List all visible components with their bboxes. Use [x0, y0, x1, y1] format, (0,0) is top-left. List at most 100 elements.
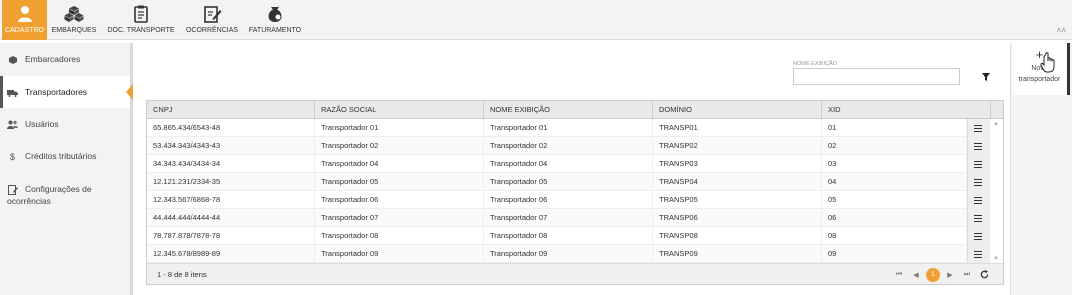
sidebar: Embarcadores Transportadores Usuários $ …: [0, 43, 133, 295]
pagination-info: 1 - 8 de 8 itens: [157, 270, 207, 279]
clipboard-icon: [134, 5, 148, 23]
cell-xid: 09: [822, 245, 967, 263]
prev-page-button[interactable]: ◀: [909, 268, 923, 282]
actions-panel: + Novo transportador: [1010, 43, 1072, 295]
sidebar-item-configuracoes[interactable]: Configurações de ocorrências: [0, 172, 130, 216]
first-page-button[interactable]: ⏮: [892, 268, 906, 282]
sidebar-item-label: Usuários: [25, 119, 59, 129]
column-header-dominio[interactable]: DOMÍNIO: [653, 101, 822, 119]
column-header-cnpj[interactable]: CNPJ: [147, 101, 315, 119]
nome-exibicao-filter-input[interactable]: [793, 68, 960, 85]
hamburger-menu-icon: [974, 142, 982, 150]
cell-razao-social: Transportador 04: [315, 155, 484, 173]
sidebar-item-usuarios[interactable]: Usuários: [0, 108, 130, 140]
main-content: NOME EXIBIÇÃO CNPJ RAZÃO SOCIAL NOME EXI…: [136, 43, 1010, 295]
row-menu-button[interactable]: [967, 245, 989, 263]
table-row[interactable]: 12.345.678/8989-89 Transportador 09 Tran…: [147, 245, 1003, 263]
table-row[interactable]: 78.787.878/7878-78 Transportador 08 Tran…: [147, 227, 1003, 245]
sidebar-item-label: Embarcadores: [25, 54, 81, 64]
row-menu-button[interactable]: [967, 155, 989, 173]
table-row[interactable]: 12.343.567/6868-78 Transportador 06 Tran…: [147, 191, 1003, 209]
cell-dominio: TRANSP06: [653, 209, 822, 227]
grid-header: CNPJ RAZÃO SOCIAL NOME EXIBIÇÃO DOMÍNIO …: [147, 101, 1003, 119]
double-chevron-up-icon[interactable]: ˄˄: [1057, 26, 1066, 35]
cell-dominio: TRANSP02: [653, 137, 822, 155]
nav-ocorrencias[interactable]: OCORRÊNCIAS: [181, 0, 243, 40]
table-row[interactable]: 12.121.231/2334-35 Transportador 05 Tran…: [147, 173, 1003, 191]
grid-scrollbar[interactable]: ▲ ▼: [989, 119, 1003, 263]
row-menu-button[interactable]: [967, 137, 989, 155]
hamburger-menu-icon: [974, 178, 982, 186]
user-icon: [17, 6, 32, 22]
sidebar-item-creditos[interactable]: $ Créditos tributários: [0, 140, 130, 172]
cell-xid: 05: [822, 191, 967, 209]
filter-icon[interactable]: [982, 73, 990, 81]
nav-cadastro[interactable]: CADASTRO: [2, 0, 47, 40]
hamburger-menu-icon: [974, 232, 982, 240]
cell-cnpj: 44.444.444/4444-44: [147, 209, 315, 227]
top-navigation-bar: CADASTRO EMBARQUES DOC. TRANSPORTE OCORR…: [0, 0, 1072, 40]
cell-cnpj: 34.343.434/3434-34: [147, 155, 315, 173]
column-header-actions: [991, 101, 1003, 119]
cell-razao-social: Transportador 09: [315, 245, 484, 263]
table-row[interactable]: 65.865.434/6543-48 Transportador 01 Tran…: [147, 119, 1003, 137]
cell-razao-social: Transportador 08: [315, 227, 484, 245]
scroll-up-icon[interactable]: ▲: [993, 121, 999, 127]
cell-nome-exibicao: Transportador 06: [484, 191, 653, 209]
row-menu-button[interactable]: [967, 209, 989, 227]
sidebar-item-label: Créditos tributários: [25, 151, 97, 161]
cell-razao-social: Transportador 05: [315, 173, 484, 191]
cell-dominio: TRANSP04: [653, 173, 822, 191]
row-menu-button[interactable]: [967, 173, 989, 191]
last-page-button[interactable]: ⏭: [960, 268, 974, 282]
row-menu-button[interactable]: [967, 191, 989, 209]
cell-razao-social: Transportador 02: [315, 137, 484, 155]
sidebar-item-embarcadores[interactable]: Embarcadores: [0, 43, 130, 75]
cell-dominio: TRANSP03: [653, 155, 822, 173]
hamburger-menu-icon: [974, 124, 982, 132]
cell-dominio: TRANSP01: [653, 119, 822, 137]
nav-faturamento[interactable]: FATURAMENTO: [243, 0, 307, 40]
refresh-icon[interactable]: [977, 268, 991, 282]
row-menu-button[interactable]: [967, 227, 989, 245]
grid-footer: 1 - 8 de 8 itens ⏮ ◀ 1 ▶ ⏭: [147, 263, 1003, 284]
sidebar-item-label: Transportadores: [25, 87, 88, 97]
table-row[interactable]: 44.444.444/4444-44 Transportador 07 Tran…: [147, 209, 1003, 227]
cell-razao-social: Transportador 01: [315, 119, 484, 137]
scroll-down-icon[interactable]: ▼: [993, 256, 999, 262]
cell-cnpj: 12.121.231/2334-35: [147, 173, 315, 191]
cell-xid: 02: [822, 137, 967, 155]
cell-cnpj: 12.345.678/8989-89: [147, 245, 315, 263]
cell-xid: 01: [822, 119, 967, 137]
cell-cnpj: 78.787.878/7878-78: [147, 227, 315, 245]
table-row[interactable]: 53.434.343/4343-43 Transportador 02 Tran…: [147, 137, 1003, 155]
nav-label: CADASTRO: [5, 27, 44, 34]
cell-dominio: TRANSP05: [653, 191, 822, 209]
cell-razao-social: Transportador 06: [315, 191, 484, 209]
filter-label: NOME EXIBIÇÃO: [793, 61, 838, 67]
column-header-razao-social[interactable]: RAZÃO SOCIAL: [315, 101, 484, 119]
column-header-xid[interactable]: XID: [822, 101, 991, 119]
cell-nome-exibicao: Transportador 01: [484, 119, 653, 137]
current-page[interactable]: 1: [926, 267, 940, 282]
cell-cnpj: 12.343.567/6868-78: [147, 191, 315, 209]
cell-xid: 04: [822, 173, 967, 191]
column-header-nome-exibicao[interactable]: NOME EXIBIÇÃO: [484, 101, 653, 119]
nav-doc-transporte[interactable]: DOC. TRANSPORTE: [101, 0, 181, 40]
cell-nome-exibicao: Transportador 02: [484, 137, 653, 155]
cell-dominio: TRANSP08: [653, 227, 822, 245]
nav-label: DOC. TRANSPORTE: [107, 27, 175, 34]
truck-icon: [7, 87, 18, 98]
hamburger-menu-icon: [974, 250, 982, 258]
row-menu-button[interactable]: [967, 119, 989, 137]
sidebar-item-transportadores[interactable]: Transportadores: [0, 76, 133, 108]
nav-label: FATURAMENTO: [248, 27, 302, 34]
cell-nome-exibicao: Transportador 09: [484, 245, 653, 263]
cell-nome-exibicao: Transportador 05: [484, 173, 653, 191]
nav-embarques[interactable]: EMBARQUES: [47, 0, 101, 40]
cell-nome-exibicao: Transportador 07: [484, 209, 653, 227]
cell-xid: 08: [822, 227, 967, 245]
cell-cnpj: 65.865.434/6543-48: [147, 119, 315, 137]
table-row[interactable]: 34.343.434/3434-34 Transportador 04 Tran…: [147, 155, 1003, 173]
next-page-button[interactable]: ▶: [943, 268, 957, 282]
